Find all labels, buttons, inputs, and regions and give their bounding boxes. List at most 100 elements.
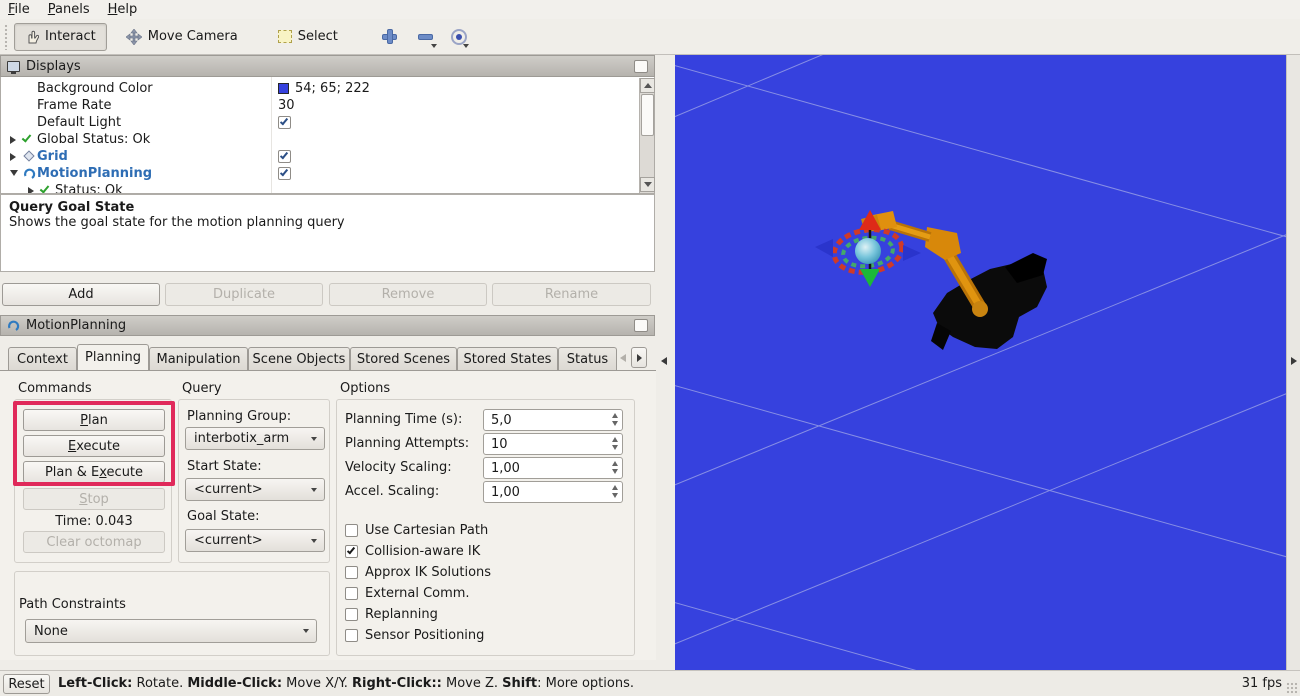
motionplanning-panel-header[interactable]: MotionPlanning <box>0 315 655 336</box>
tree-label: MotionPlanning <box>37 166 152 181</box>
stop-button[interactable]: Stop <box>23 488 165 510</box>
spin-up-icon[interactable] <box>612 485 618 490</box>
clear-octomap-button[interactable]: Clear octomap <box>23 531 165 553</box>
checkbox[interactable] <box>345 524 358 537</box>
displays-panel-header[interactable]: Displays <box>0 55 655 77</box>
tab-scroll-right-button[interactable] <box>631 347 647 368</box>
tab-status[interactable]: Status <box>558 347 617 370</box>
displays-float-button[interactable] <box>634 60 648 73</box>
start-state-combobox[interactable]: <current> <box>185 478 325 501</box>
tab-context[interactable]: Context <box>8 347 77 370</box>
spin-up-icon[interactable] <box>612 461 618 466</box>
duplicate-display-button[interactable]: Duplicate <box>165 283 323 306</box>
sensor-positioning-checkbox[interactable]: Sensor Positioning <box>345 628 484 643</box>
select-tool-button[interactable]: Select <box>267 23 349 51</box>
plan-and-execute-button[interactable]: Plan & Execute <box>23 461 165 483</box>
path-constraints-label: Path Constraints <box>19 597 126 612</box>
spin-down-icon[interactable] <box>612 445 618 450</box>
planning-attempts-spinbox[interactable]: 10 <box>483 433 623 455</box>
spin-down-icon[interactable] <box>612 469 618 474</box>
checkbox[interactable] <box>345 566 358 579</box>
tab-stored-scenes[interactable]: Stored Scenes <box>350 347 457 370</box>
displays-tree-scrollbar[interactable] <box>639 78 654 193</box>
planning-group-value: interbotix_arm <box>194 431 289 446</box>
motionplanning-float-button[interactable] <box>634 319 648 332</box>
3d-viewport[interactable] <box>675 55 1286 670</box>
expander-collapsed-icon[interactable] <box>10 136 16 144</box>
use-cartesian-path-checkbox[interactable]: Use Cartesian Path <box>345 523 488 538</box>
menu-file[interactable]: File <box>8 2 30 17</box>
path-constraints-combobox[interactable]: None <box>25 619 317 643</box>
zoom-out-icon[interactable] <box>417 28 435 46</box>
reset-button[interactable]: Reset <box>3 674 50 694</box>
checkbox[interactable] <box>345 629 358 642</box>
planning-time-spinbox[interactable]: 5,0 <box>483 409 623 431</box>
scrollbar-down-button[interactable] <box>640 177 655 192</box>
focus-camera-icon[interactable] <box>451 29 467 45</box>
scrollbar-up-button[interactable] <box>640 78 655 93</box>
goal-state-combobox[interactable]: <current> <box>185 529 325 552</box>
expander-expanded-icon[interactable] <box>10 170 18 176</box>
scrollbar-thumb[interactable] <box>641 94 654 136</box>
tree-row-status[interactable]: Status: Ok <box>19 182 655 194</box>
plan-button[interactable]: Plan <box>23 409 165 431</box>
splitter-collapse-left-icon[interactable] <box>661 357 667 365</box>
replanning-checkbox[interactable]: Replanning <box>345 607 438 622</box>
resize-grip[interactable] <box>1286 682 1298 694</box>
checkbox[interactable] <box>345 545 358 558</box>
plan-label: Plan <box>80 413 108 428</box>
expander-collapsed-icon[interactable] <box>28 187 34 194</box>
menu-panels[interactable]: Panels <box>48 2 90 17</box>
external-comm-checkbox[interactable]: External Comm. <box>345 586 470 601</box>
tab-manipulation[interactable]: Manipulation <box>149 347 248 370</box>
reset-label: Reset <box>8 677 44 692</box>
spin-up-icon[interactable] <box>612 413 618 418</box>
planning-time-value: 5,0 <box>491 413 512 428</box>
menu-help[interactable]: Help <box>108 2 138 17</box>
interact-tool-button[interactable]: Interact <box>14 23 107 51</box>
checkbox[interactable] <box>345 608 358 621</box>
remove-display-button[interactable]: Remove <box>329 283 487 306</box>
focus-camera-dropdown-caret[interactable] <box>463 44 469 48</box>
motionplanning-enabled-checkbox[interactable] <box>278 167 291 180</box>
execute-button[interactable]: Execute <box>23 435 165 457</box>
color-swatch[interactable] <box>278 83 289 94</box>
right-panel-strip[interactable] <box>1286 55 1300 670</box>
property-value[interactable]: 30 <box>278 98 295 113</box>
hint-key: Shift <box>502 676 537 691</box>
planning-group-combobox[interactable]: interbotix_arm <box>185 427 325 450</box>
accel-scaling-spinbox[interactable]: 1,00 <box>483 481 623 503</box>
add-display-button[interactable]: Add <box>2 283 160 306</box>
spin-up-icon[interactable] <box>612 437 618 442</box>
spin-down-icon[interactable] <box>612 493 618 498</box>
check-icon <box>280 117 288 126</box>
collision-aware-ik-checkbox[interactable]: Collision-aware IK <box>345 544 480 559</box>
expander-collapsed-icon[interactable] <box>10 153 16 161</box>
toolbar-drag-handle[interactable] <box>4 24 9 50</box>
hint-action: Rotate. <box>132 676 187 691</box>
tree-row-default-light[interactable]: Default Light <box>1 114 641 131</box>
rename-display-button[interactable]: Rename <box>492 283 651 306</box>
tree-row-grid[interactable]: Grid <box>1 148 641 165</box>
tree-row-background-color[interactable]: Background Color 54; 65; 222 <box>1 80 641 97</box>
move-camera-tool-button[interactable]: Move Camera <box>115 23 249 51</box>
tab-stored-states[interactable]: Stored States <box>457 347 558 370</box>
splitter-expand-right-icon[interactable] <box>1291 357 1297 365</box>
default-light-checkbox[interactable] <box>278 116 291 129</box>
checkbox[interactable] <box>345 587 358 600</box>
tree-row-global-status[interactable]: Global Status: Ok <box>1 131 641 148</box>
grid-enabled-checkbox[interactable] <box>278 150 291 163</box>
tree-row-frame-rate[interactable]: Frame Rate 30 <box>1 97 641 114</box>
tab-scroll-left-button[interactable] <box>620 354 626 362</box>
motionplanning-display-icon <box>23 167 36 180</box>
tab-planning[interactable]: Planning <box>77 344 149 370</box>
zoom-in-icon[interactable] <box>381 28 399 46</box>
property-value[interactable]: 54; 65; 222 <box>295 81 370 96</box>
approx-ik-solutions-checkbox[interactable]: Approx IK Solutions <box>345 565 491 580</box>
tab-label: Status <box>567 352 608 367</box>
marker-sphere[interactable] <box>855 238 881 264</box>
tab-scene-objects[interactable]: Scene Objects <box>248 347 350 370</box>
tree-row-motionplanning[interactable]: MotionPlanning <box>1 165 641 182</box>
spin-down-icon[interactable] <box>612 421 618 426</box>
velocity-scaling-spinbox[interactable]: 1,00 <box>483 457 623 479</box>
